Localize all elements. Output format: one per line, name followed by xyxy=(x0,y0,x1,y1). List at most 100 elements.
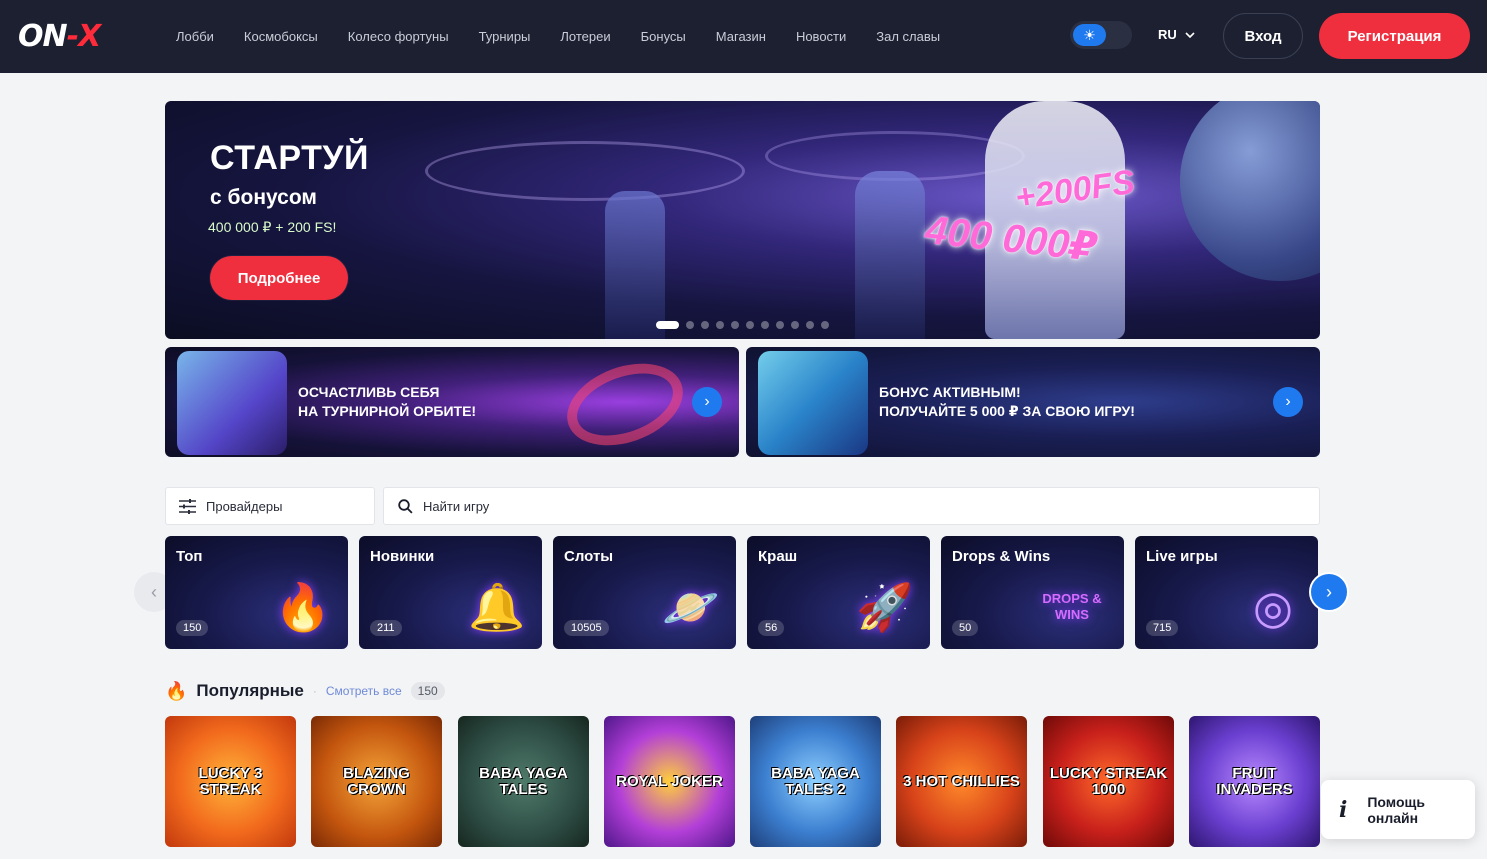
chevron-right-icon[interactable]: › xyxy=(1273,387,1303,417)
game-tile[interactable]: Royal Joker xyxy=(604,716,735,847)
section-title: Популярные xyxy=(196,681,304,700)
online-help-button[interactable]: i Помощь онлайн xyxy=(1321,780,1475,839)
fire-icon: 🔥 xyxy=(274,580,332,633)
hero-bonus-text: 400 000 ₽ + 200 FS! xyxy=(208,219,337,235)
promo-line: на турнирной орбите! xyxy=(298,403,477,419)
category-count-badge: 50 xyxy=(952,620,979,636)
promo-tournament-text: Осчастливь себя на турнирной орбите! xyxy=(298,383,476,421)
tower-illustration xyxy=(855,171,925,339)
site-logo[interactable]: ON - X xyxy=(18,18,101,54)
carousel-dot[interactable] xyxy=(776,321,784,329)
category-count-badge: 211 xyxy=(370,620,402,636)
ufo-illustration xyxy=(425,141,745,201)
providers-filter[interactable]: Провайдеры xyxy=(165,487,375,525)
search-icon xyxy=(398,498,413,514)
game-tile[interactable]: Baba Yaga Tales xyxy=(458,716,589,847)
game-tile[interactable]: Lucky Streak 1000 xyxy=(1043,716,1174,847)
help-line: Помощь xyxy=(1367,793,1425,810)
category-count-badge: 56 xyxy=(758,620,785,636)
carousel-dot[interactable] xyxy=(791,321,799,329)
nav-item-news[interactable]: Новости xyxy=(796,29,846,44)
game-title: 3 Hot Chillies xyxy=(903,772,1020,790)
carousel-dot[interactable] xyxy=(701,321,709,329)
category-count-badge: 715 xyxy=(1146,620,1179,636)
carousel-dot[interactable] xyxy=(731,321,739,329)
carousel-dot[interactable] xyxy=(746,321,754,329)
category-slots[interactable]: Слоты 10505 🪐 xyxy=(553,536,736,649)
nav-item-lobby[interactable]: Лобби xyxy=(176,29,214,44)
game-search xyxy=(383,487,1320,525)
carousel-dot[interactable] xyxy=(656,321,679,329)
popular-header: 🔥 Популярные · Смотреть все 150 xyxy=(165,680,445,702)
chevron-down-icon xyxy=(1185,31,1195,38)
search-input[interactable] xyxy=(423,498,1223,514)
category-drops-wins[interactable]: Drops & Wins 50 DROPS & WINS xyxy=(941,536,1124,649)
carousel-dot[interactable] xyxy=(686,321,694,329)
promo-tournament-art xyxy=(177,351,287,455)
nav-item-cosmoboxes[interactable]: Космобоксы xyxy=(244,29,318,44)
language-label: RU xyxy=(1158,27,1177,42)
promo-line: Получайте 5 000 ₽ за свою игру! xyxy=(879,403,1135,419)
game-title: Baba Yaga Tales 2 xyxy=(771,764,860,798)
category-title: Live игры xyxy=(1146,548,1218,565)
games-count-badge: 150 xyxy=(410,682,445,700)
view-all-link[interactable]: Смотреть все xyxy=(326,684,402,698)
theme-toggle[interactable]: ☀ xyxy=(1070,21,1132,49)
category-title: Drops & Wins xyxy=(952,548,1051,565)
promo-active-player-art xyxy=(758,351,868,455)
carousel-dots xyxy=(656,321,829,329)
promo-active-bonus[interactable]: Бонус активным! Получайте 5 000 ₽ за сво… xyxy=(746,347,1320,457)
info-icon: i xyxy=(1339,796,1348,823)
drops-wins-logo: DROPS & WINS xyxy=(1042,591,1102,622)
game-tile[interactable]: Lucky 3 Streak xyxy=(165,716,296,847)
game-tile[interactable]: 3 Hot Chillies xyxy=(896,716,1027,847)
nav-item-wheel-of-fortune[interactable]: Колесо фортуны xyxy=(348,29,449,44)
promo-line: Бонус активным! xyxy=(879,384,1021,400)
help-label: Помощь онлайн xyxy=(1367,794,1425,826)
fire-icon: 🔥 xyxy=(165,680,188,701)
carousel-dot[interactable] xyxy=(761,321,769,329)
hero-banner[interactable]: +200FS 400 000₽ СТАРТУЙ с бонусом 400 00… xyxy=(165,101,1320,339)
planet-illustration xyxy=(1180,101,1320,281)
category-title: Топ xyxy=(176,548,203,565)
sliders-icon xyxy=(179,498,196,514)
login-button[interactable]: Вход xyxy=(1223,13,1303,59)
category-new[interactable]: Новинки 211 🔔 xyxy=(359,536,542,649)
language-selector[interactable]: RU xyxy=(1158,27,1195,42)
top-header: ON - X Лобби Космобоксы Колесо фортуны Тур… xyxy=(0,0,1487,73)
nav-item-hall-of-fame[interactable]: Зал славы xyxy=(876,29,940,44)
promo-tournament[interactable]: Осчастливь себя на турнирной орбите! › xyxy=(165,347,739,457)
rocket-icon: 🚀 xyxy=(856,580,914,633)
nav-item-shop[interactable]: Магазин xyxy=(716,29,766,44)
nav-item-tournaments[interactable]: Турниры xyxy=(479,29,531,44)
ring-illustration xyxy=(555,348,695,457)
help-line: онлайн xyxy=(1367,809,1419,826)
promo-active-bonus-text: Бонус активным! Получайте 5 000 ₽ за сво… xyxy=(879,383,1135,421)
separator-dot: · xyxy=(312,684,317,698)
register-button[interactable]: Регистрация xyxy=(1319,13,1470,59)
chevron-right-icon[interactable]: › xyxy=(692,387,722,417)
logo-dash: - xyxy=(66,18,79,54)
hero-more-button[interactable]: Подробнее xyxy=(210,256,348,300)
game-title: Fruit Invaders xyxy=(1216,764,1293,798)
nav-item-bonuses[interactable]: Бонусы xyxy=(641,29,686,44)
tower-illustration xyxy=(605,191,665,339)
main-nav: Лобби Космобоксы Колесо фортуны Турниры … xyxy=(176,0,970,73)
game-tile[interactable]: Blazing Crown xyxy=(311,716,442,847)
hero-subtitle: с бонусом xyxy=(210,186,317,209)
carousel-dot[interactable] xyxy=(716,321,724,329)
game-tile[interactable]: Fruit Invaders xyxy=(1189,716,1320,847)
category-crash[interactable]: Краш 56 🚀 xyxy=(747,536,930,649)
category-count-badge: 150 xyxy=(176,620,209,636)
game-tile[interactable]: Baba Yaga Tales 2 xyxy=(750,716,881,847)
nav-item-lotteries[interactable]: Лотереи xyxy=(560,29,610,44)
category-live[interactable]: Live игры 715 ◎ xyxy=(1135,536,1318,649)
carousel-dot[interactable] xyxy=(806,321,814,329)
carousel-dot[interactable] xyxy=(821,321,829,329)
promo-line: Осчастливь себя xyxy=(298,384,440,400)
category-top[interactable]: Топ 150 🔥 xyxy=(165,536,348,649)
categories-next-button[interactable]: › xyxy=(1309,572,1349,612)
providers-label: Провайдеры xyxy=(206,498,283,514)
category-title: Новинки xyxy=(370,548,435,565)
category-title: Краш xyxy=(758,548,798,565)
